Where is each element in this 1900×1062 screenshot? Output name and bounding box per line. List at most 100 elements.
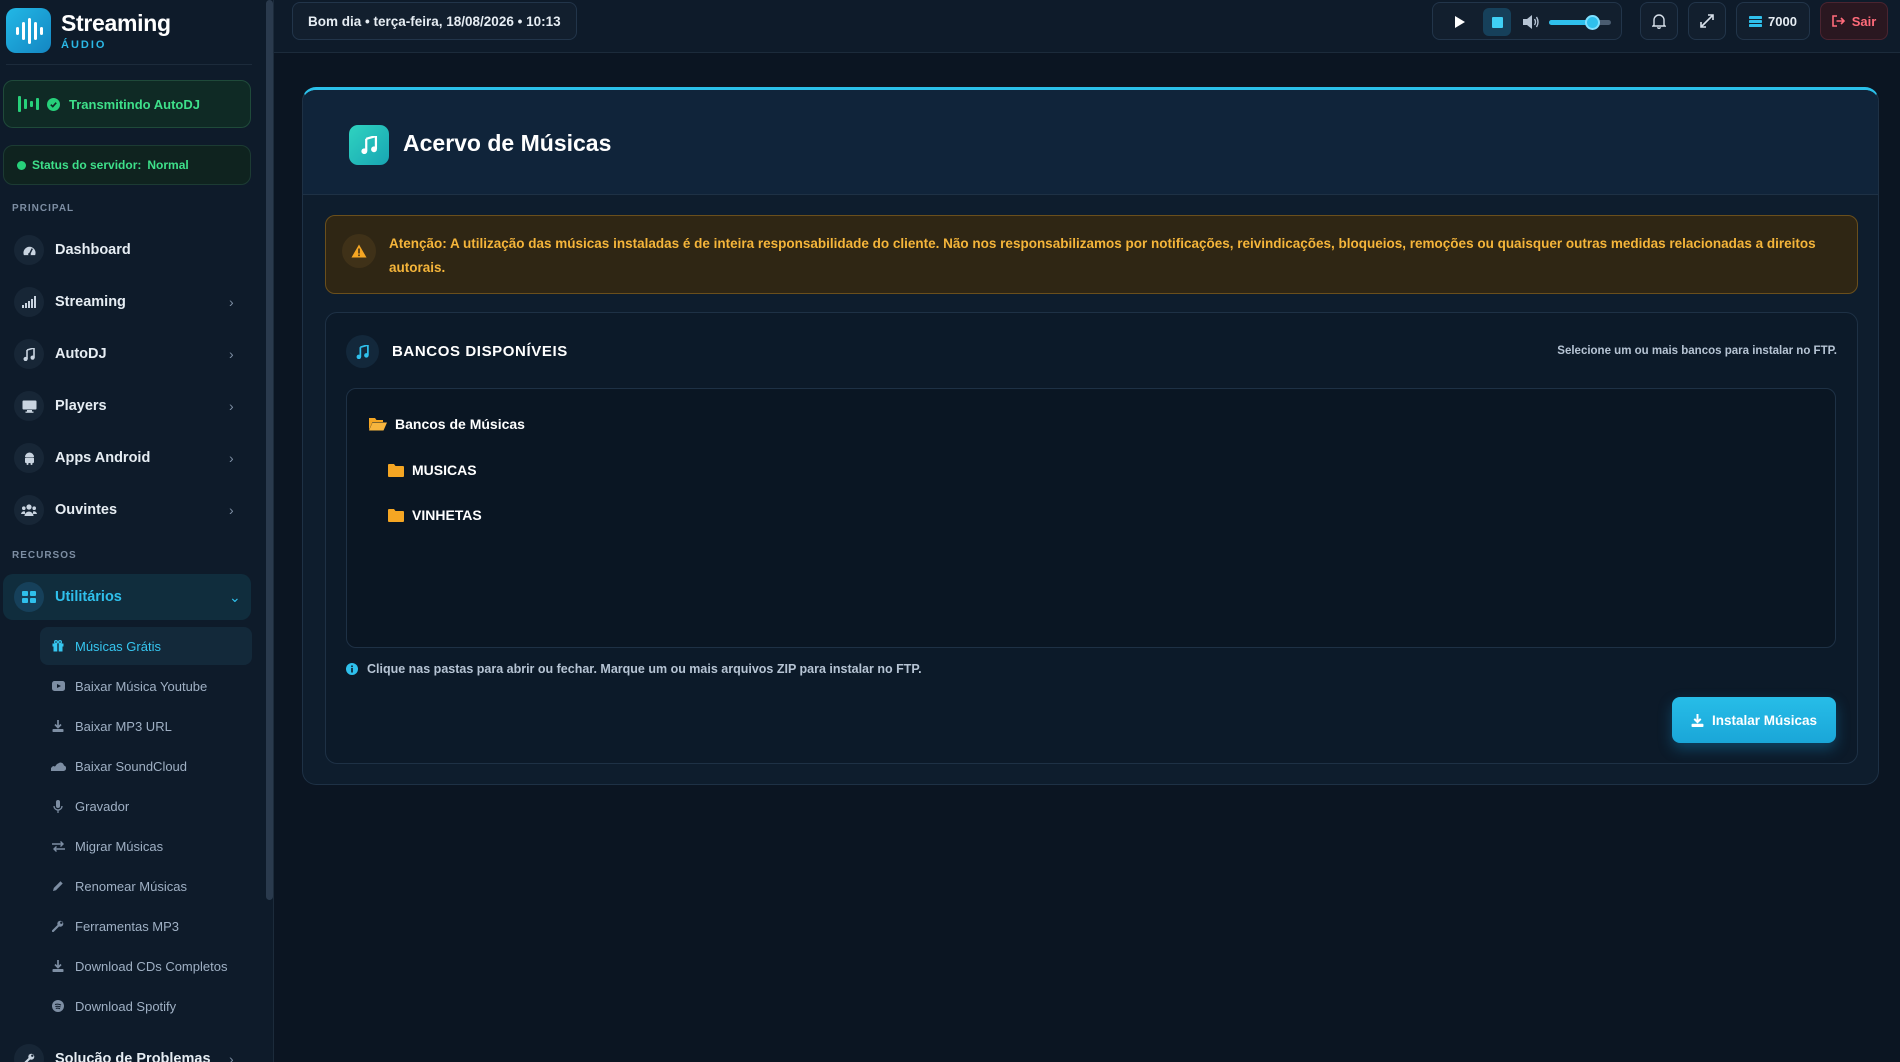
notifications-button[interactable] xyxy=(1640,2,1678,40)
chevron-right-icon: › xyxy=(229,450,234,466)
folder-open-icon xyxy=(369,418,387,431)
sidebar-item-label: Streaming xyxy=(55,294,126,310)
warning-icon xyxy=(342,234,376,268)
sidebar-subitem-label: Download CDs Completos xyxy=(75,958,228,974)
music-icon xyxy=(349,125,389,165)
sidebar-item-label: AutoDJ xyxy=(55,346,107,362)
section-title-principal: PRINCIPAL xyxy=(12,203,75,214)
equalizer-icon xyxy=(18,96,39,112)
credits-badge[interactable]: 7000 xyxy=(1736,2,1810,40)
sidebar-item-solucao-problemas[interactable]: Solução de Problemas › xyxy=(3,1036,251,1062)
volume-slider-thumb[interactable] xyxy=(1585,15,1600,30)
server-status-label: Status do servidor: xyxy=(32,158,142,172)
tree-folder-label: MUSICAS xyxy=(412,462,477,478)
sidebar-subitem-label: Renomear Músicas xyxy=(75,878,187,894)
grid-icon xyxy=(14,582,44,612)
live-status-label: Transmitindo AutoDJ xyxy=(69,96,200,112)
sidebar-item-label: Ouvintes xyxy=(55,502,118,518)
android-icon xyxy=(14,443,44,473)
sidebar-item-label: Apps Android xyxy=(55,450,151,466)
sidebar-subitem-download-spotify[interactable]: Download Spotify xyxy=(40,987,252,1025)
volume-icon[interactable] xyxy=(1522,14,1540,30)
sidebar-item-label: Solução de Problemas xyxy=(55,1051,211,1062)
sidebar-item-apps-android[interactable]: Apps Android › xyxy=(3,435,251,481)
youtube-icon xyxy=(50,678,66,694)
folder-tree: Bancos de Músicas MUSICAS VINHETAS xyxy=(346,388,1836,648)
folder-icon xyxy=(388,463,404,477)
volume-slider[interactable] xyxy=(1549,15,1611,30)
sidebar-subitem-baixar-soundcloud[interactable]: Baixar SoundCloud xyxy=(40,747,252,785)
microphone-icon xyxy=(50,798,66,814)
sidebar-item-ouvintes[interactable]: Ouvintes › xyxy=(3,487,251,533)
tree-root-bancos-de-musicas[interactable]: Bancos de Músicas xyxy=(369,416,525,432)
signal-icon xyxy=(14,287,44,317)
sidebar: Streaming ÁUDIO Transmitindo AutoDJ Stat… xyxy=(0,0,274,1062)
chevron-right-icon: › xyxy=(229,346,234,362)
sidebar-item-dashboard[interactable]: Dashboard xyxy=(3,227,251,273)
status-dot-icon xyxy=(17,160,26,170)
greeting-datetime: Bom dia • terça-feira, 18/08/2026 • 10:1… xyxy=(292,2,577,40)
fullscreen-button[interactable] xyxy=(1688,2,1726,40)
sidebar-subitem-label: Baixar Música Youtube xyxy=(75,678,208,694)
topbar: Bom dia • terça-feira, 18/08/2026 • 10:1… xyxy=(274,0,1900,53)
play-icon[interactable] xyxy=(1450,13,1468,31)
available-banks-panel: BANCOS DISPONÍVEIS Selecione um ou mais … xyxy=(325,312,1858,764)
sidebar-subitem-label: Ferramentas MP3 xyxy=(75,918,180,934)
install-music-button[interactable]: Instalar Músicas xyxy=(1672,697,1836,743)
instructions-text: Clique nas pastas para abrir ou fechar. … xyxy=(346,662,922,676)
gauge-icon xyxy=(14,235,44,265)
server-status-card: Status do servidor: Normal xyxy=(3,145,251,185)
sidebar-subitem-label: Gravador xyxy=(75,798,130,814)
music-library-card: Acervo de Músicas Atenção: A utilização … xyxy=(302,87,1879,785)
sidebar-item-players[interactable]: Players › xyxy=(3,383,251,429)
sidebar-scrollbar[interactable] xyxy=(266,0,273,900)
sidebar-subitem-label: Baixar SoundCloud xyxy=(75,758,188,774)
sidebar-subitem-gravador[interactable]: Gravador xyxy=(40,787,252,825)
monitor-icon xyxy=(14,391,44,421)
chevron-right-icon: › xyxy=(229,1051,234,1062)
sidebar-item-label: Players xyxy=(55,398,107,414)
download-icon xyxy=(50,958,66,974)
stop-button[interactable] xyxy=(1483,8,1511,36)
swap-icon xyxy=(50,838,66,854)
sidebar-subitem-renomear-musicas[interactable]: Renomear Músicas xyxy=(40,867,252,905)
install-button-label: Instalar Músicas xyxy=(1711,712,1818,728)
sidebar-subitem-baixar-youtube[interactable]: Baixar Música Youtube xyxy=(40,667,252,705)
tree-folder-musicas[interactable]: MUSICAS xyxy=(388,462,477,478)
sidebar-subitem-label: Baixar MP3 URL xyxy=(75,718,172,734)
logout-button[interactable]: Sair xyxy=(1820,2,1888,40)
wrench-icon xyxy=(50,918,66,934)
alert-text: Atenção: A utilização das músicas instal… xyxy=(389,236,1816,275)
tree-folder-vinhetas[interactable]: VINHETAS xyxy=(388,507,482,523)
sidebar-subitem-ferramentas-mp3[interactable]: Ferramentas MP3 xyxy=(40,907,252,945)
sidebar-subitem-migrar-musicas[interactable]: Migrar Músicas xyxy=(40,827,252,865)
tree-folder-label: VINHETAS xyxy=(412,507,482,523)
sidebar-item-utilitarios[interactable]: Utilitários ⌄ xyxy=(3,574,251,620)
banks-hint: Selecione um ou mais bancos para instala… xyxy=(1557,345,1837,357)
sidebar-subitem-download-cds[interactable]: Download CDs Completos xyxy=(40,947,252,985)
logout-label: Sair xyxy=(1851,13,1877,29)
server-status-value: Normal xyxy=(147,158,189,172)
chevron-down-icon: ⌄ xyxy=(229,588,241,605)
card-header: Acervo de Músicas xyxy=(303,90,1878,195)
sidebar-item-streaming[interactable]: Streaming › xyxy=(3,279,251,325)
sidebar-item-label: Dashboard xyxy=(55,242,131,258)
soundcloud-icon xyxy=(50,758,66,774)
spotify-icon xyxy=(50,998,66,1014)
brand[interactable]: Streaming ÁUDIO xyxy=(6,8,171,53)
banks-title: BANCOS DISPONÍVEIS xyxy=(392,343,568,360)
instructions-label: Clique nas pastas para abrir ou fechar. … xyxy=(367,662,922,676)
chevron-right-icon: › xyxy=(229,398,234,414)
live-status-card[interactable]: Transmitindo AutoDJ xyxy=(3,80,251,128)
sidebar-subitem-label: Músicas Grátis xyxy=(75,638,161,654)
stop-icon xyxy=(1491,16,1503,28)
sidebar-item-autodj[interactable]: AutoDJ › xyxy=(3,331,251,377)
sidebar-subitem-musicas-gratis[interactable]: Músicas Grátis xyxy=(40,627,252,665)
sidebar-subitem-baixar-mp3-url[interactable]: Baixar MP3 URL xyxy=(40,707,252,745)
info-icon xyxy=(346,663,358,675)
tree-root-label: Bancos de Músicas xyxy=(395,416,525,432)
waveform-logo-icon xyxy=(6,8,51,53)
chevron-right-icon: › xyxy=(229,502,234,518)
download-icon xyxy=(50,718,66,734)
divider xyxy=(6,64,252,65)
